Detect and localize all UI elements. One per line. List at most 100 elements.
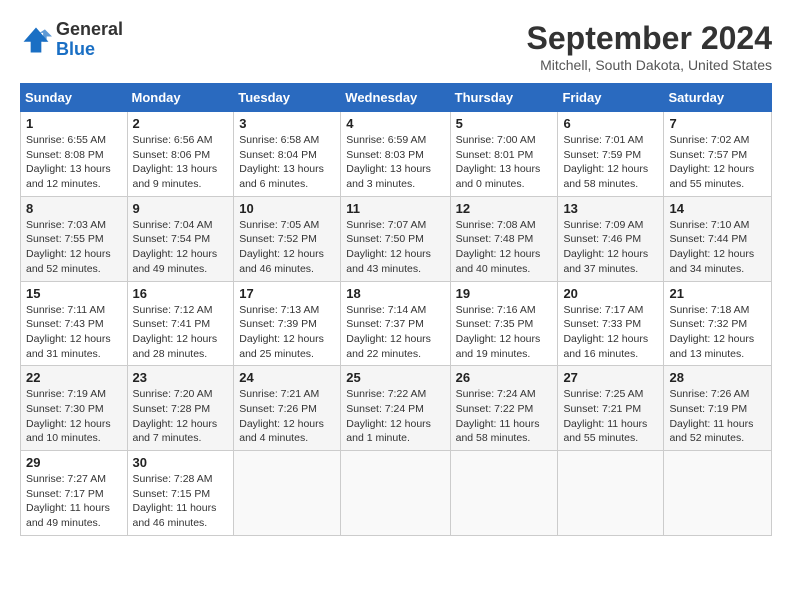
calendar-cell: 26Sunrise: 7:24 AMSunset: 7:22 PMDayligh… [450,366,558,451]
day-number: 22 [26,370,122,385]
day-number: 21 [669,286,766,301]
title-area: September 2024 Mitchell, South Dakota, U… [527,20,772,73]
day-number: 11 [346,201,444,216]
weekday-header-wednesday: Wednesday [341,84,450,112]
calendar-cell: 20Sunrise: 7:17 AMSunset: 7:33 PMDayligh… [558,281,664,366]
logo-icon [20,24,52,56]
calendar-cell: 28 Sunrise: 7:26 AMSunset: 7:19 PMDayligh… [664,366,772,451]
calendar-cell: 3 Sunrise: 6:58 AMSunset: 8:04 PMDaylight… [234,112,341,197]
day-content: Sunrise: 7:20 AMSunset: 7:28 PMDaylight:… [133,387,229,446]
day-content: Sunrise: 7:28 AMSunset: 7:15 PMDaylight:… [133,472,229,531]
calendar-table: SundayMondayTuesdayWednesdayThursdayFrid… [20,83,772,536]
calendar-cell: 17Sunrise: 7:13 AMSunset: 7:39 PMDayligh… [234,281,341,366]
day-content: Sunrise: 7:07 AMSunset: 7:50 PMDaylight:… [346,218,444,277]
calendar-week-5: 29 Sunrise: 7:27 AMSunset: 7:17 PMDayligh… [21,451,772,536]
weekday-header-friday: Friday [558,84,664,112]
day-content: Sunrise: 7:04 AMSunset: 7:54 PMDaylight:… [133,218,229,277]
calendar-week-2: 8 Sunrise: 7:03 AMSunset: 7:55 PMDaylight… [21,196,772,281]
day-number: 6 [563,116,658,131]
day-content: Sunrise: 7:03 AMSunset: 7:55 PMDaylight:… [26,218,122,277]
calendar-cell: 27 Sunrise: 7:25 AMSunset: 7:21 PMDayligh… [558,366,664,451]
calendar-cell: 30 Sunrise: 7:28 AMSunset: 7:15 PMDayligh… [127,451,234,536]
calendar-week-1: 1 Sunrise: 6:55 AMSunset: 8:08 PMDaylight… [21,112,772,197]
day-number: 28 [669,370,766,385]
day-content: Sunrise: 7:12 AMSunset: 7:41 PMDaylight:… [133,303,229,362]
day-content: Sunrise: 7:01 AMSunset: 7:59 PMDaylight:… [563,133,658,192]
calendar-cell: 7 Sunrise: 7:02 AMSunset: 7:57 PMDaylight… [664,112,772,197]
day-number: 27 [563,370,658,385]
day-content: Sunrise: 7:24 AMSunset: 7:22 PMDaylight:… [456,387,553,446]
calendar-cell: 12 Sunrise: 7:08 AMSunset: 7:48 PMDayligh… [450,196,558,281]
day-content: Sunrise: 7:26 AMSunset: 7:19 PMDaylight:… [669,387,766,446]
calendar-cell: 23 Sunrise: 7:20 AMSunset: 7:28 PMDayligh… [127,366,234,451]
day-content: Sunrise: 6:58 AMSunset: 8:04 PMDaylight:… [239,133,335,192]
page-header: General Blue September 2024 Mitchell, So… [20,20,772,73]
calendar-cell: 14 Sunrise: 7:10 AMSunset: 7:44 PMDayligh… [664,196,772,281]
day-number: 25 [346,370,444,385]
calendar-cell: 8 Sunrise: 7:03 AMSunset: 7:55 PMDaylight… [21,196,128,281]
day-content: Sunrise: 6:55 AMSunset: 8:08 PMDaylight:… [26,133,122,192]
calendar-cell: 22 Sunrise: 7:19 AMSunset: 7:30 PMDayligh… [21,366,128,451]
weekday-header-sunday: Sunday [21,84,128,112]
weekday-header-monday: Monday [127,84,234,112]
day-number: 24 [239,370,335,385]
day-content: Sunrise: 6:56 AMSunset: 8:06 PMDaylight:… [133,133,229,192]
day-content: Sunrise: 7:21 AMSunset: 7:26 PMDaylight:… [239,387,335,446]
calendar-cell: 5 Sunrise: 7:00 AMSunset: 8:01 PMDaylight… [450,112,558,197]
logo: General Blue [20,20,123,60]
calendar-cell: 11 Sunrise: 7:07 AMSunset: 7:50 PMDayligh… [341,196,450,281]
weekday-header-thursday: Thursday [450,84,558,112]
weekday-header-row: SundayMondayTuesdayWednesdayThursdayFrid… [21,84,772,112]
calendar-cell: 1 Sunrise: 6:55 AMSunset: 8:08 PMDaylight… [21,112,128,197]
day-content: Sunrise: 7:11 AMSunset: 7:43 PMDaylight:… [26,303,122,362]
calendar-cell: 16 Sunrise: 7:12 AMSunset: 7:41 PMDayligh… [127,281,234,366]
day-content: Sunrise: 7:14 AMSunset: 7:37 PMDaylight:… [346,303,444,362]
calendar-cell [341,451,450,536]
location: Mitchell, South Dakota, United States [527,57,772,73]
calendar-cell [664,451,772,536]
month-title: September 2024 [527,20,772,57]
day-number: 4 [346,116,444,131]
day-number: 5 [456,116,553,131]
day-number: 12 [456,201,553,216]
day-number: 10 [239,201,335,216]
day-content: Sunrise: 7:27 AMSunset: 7:17 PMDaylight:… [26,472,122,531]
day-content: Sunrise: 7:19 AMSunset: 7:30 PMDaylight:… [26,387,122,446]
day-number: 1 [26,116,122,131]
day-number: 14 [669,201,766,216]
day-content: Sunrise: 6:59 AMSunset: 8:03 PMDaylight:… [346,133,444,192]
day-number: 23 [133,370,229,385]
day-number: 15 [26,286,122,301]
day-number: 2 [133,116,229,131]
day-content: Sunrise: 7:13 AMSunset: 7:39 PMDaylight:… [239,303,335,362]
day-content: Sunrise: 7:02 AMSunset: 7:57 PMDaylight:… [669,133,766,192]
calendar-cell [558,451,664,536]
day-content: Sunrise: 7:22 AMSunset: 7:24 PMDaylight:… [346,387,444,446]
day-number: 18 [346,286,444,301]
day-number: 7 [669,116,766,131]
day-content: Sunrise: 7:18 AMSunset: 7:32 PMDaylight:… [669,303,766,362]
day-content: Sunrise: 7:08 AMSunset: 7:48 PMDaylight:… [456,218,553,277]
calendar-cell: 10Sunrise: 7:05 AMSunset: 7:52 PMDayligh… [234,196,341,281]
calendar-cell: 15 Sunrise: 7:11 AMSunset: 7:43 PMDayligh… [21,281,128,366]
day-number: 3 [239,116,335,131]
day-number: 16 [133,286,229,301]
weekday-header-saturday: Saturday [664,84,772,112]
calendar-body: 1 Sunrise: 6:55 AMSunset: 8:08 PMDaylight… [21,112,772,536]
day-number: 19 [456,286,553,301]
day-number: 9 [133,201,229,216]
calendar-cell: 9 Sunrise: 7:04 AMSunset: 7:54 PMDaylight… [127,196,234,281]
calendar-cell: 19Sunrise: 7:16 AMSunset: 7:35 PMDayligh… [450,281,558,366]
day-content: Sunrise: 7:09 AMSunset: 7:46 PMDaylight:… [563,218,658,277]
day-content: Sunrise: 7:25 AMSunset: 7:21 PMDaylight:… [563,387,658,446]
day-number: 30 [133,455,229,470]
day-number: 29 [26,455,122,470]
calendar-cell: 2 Sunrise: 6:56 AMSunset: 8:06 PMDaylight… [127,112,234,197]
calendar-week-3: 15 Sunrise: 7:11 AMSunset: 7:43 PMDayligh… [21,281,772,366]
day-content: Sunrise: 7:10 AMSunset: 7:44 PMDaylight:… [669,218,766,277]
calendar-cell: 29 Sunrise: 7:27 AMSunset: 7:17 PMDayligh… [21,451,128,536]
calendar-cell: 13Sunrise: 7:09 AMSunset: 7:46 PMDayligh… [558,196,664,281]
day-number: 8 [26,201,122,216]
calendar-cell [234,451,341,536]
day-content: Sunrise: 7:00 AMSunset: 8:01 PMDaylight:… [456,133,553,192]
